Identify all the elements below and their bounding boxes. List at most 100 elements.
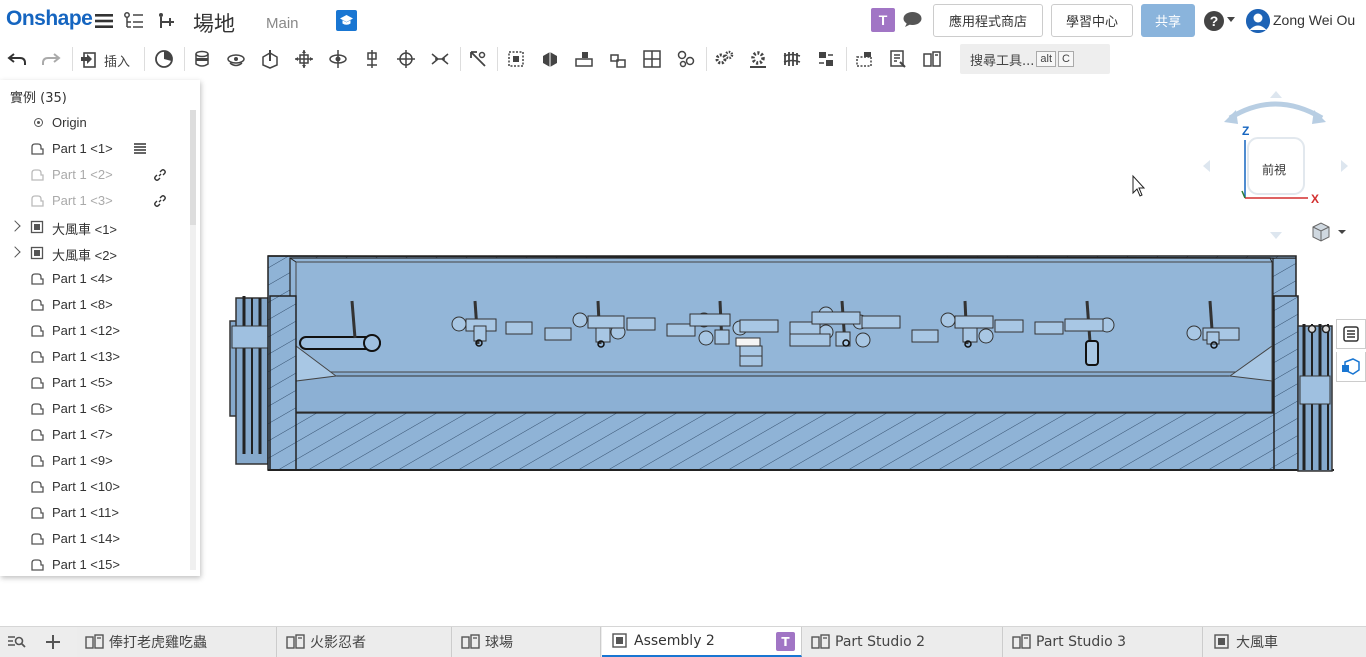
arena-model[interactable] bbox=[229, 255, 1334, 472]
tab-document[interactable]: 大風車 bbox=[1204, 627, 1366, 657]
instance-label: Part 1 <14> bbox=[52, 531, 120, 546]
instance-item[interactable]: Part 1 <2> bbox=[0, 162, 190, 188]
search-tools-input[interactable]: 搜尋工具... alt C bbox=[960, 44, 1110, 74]
history-icon[interactable] bbox=[153, 48, 175, 70]
instance-item[interactable]: Part 1 <14> bbox=[0, 526, 190, 552]
help-icon[interactable]: ? bbox=[1204, 11, 1224, 31]
gears-icon[interactable] bbox=[713, 48, 735, 70]
configurations-icon[interactable] bbox=[1336, 352, 1366, 382]
instance-item[interactable]: Part 1 <12> bbox=[0, 318, 190, 344]
instance-label: 大風車 <1> bbox=[52, 222, 118, 237]
link-icon[interactable] bbox=[153, 168, 167, 182]
circular-pattern-icon[interactable] bbox=[607, 48, 629, 70]
instance-list: Origin Part 1 <1> Part 1 <2> Part 1 <3> … bbox=[0, 110, 190, 576]
instance-item[interactable]: Part 1 <13> bbox=[0, 344, 190, 370]
instance-item[interactable]: Part 1 <6> bbox=[0, 396, 190, 422]
mouse-cursor-icon bbox=[1132, 174, 1146, 197]
menu-icon[interactable] bbox=[94, 11, 114, 31]
insert-button[interactable]: 插入 bbox=[104, 51, 130, 70]
document-title[interactable]: 場地 bbox=[193, 8, 235, 38]
learning-center-button[interactable]: 學習中心 bbox=[1051, 4, 1133, 37]
assembly-icon bbox=[612, 633, 627, 648]
assembly-icon bbox=[1214, 634, 1229, 649]
linear-pattern-icon[interactable] bbox=[573, 48, 595, 70]
instance-item[interactable]: Part 1 <4> bbox=[0, 266, 190, 292]
insert-icon[interactable] bbox=[78, 48, 100, 70]
front-view-face[interactable]: 前視 bbox=[1262, 161, 1286, 178]
rack-pinion-icon[interactable] bbox=[747, 48, 769, 70]
hatch-icon[interactable] bbox=[133, 142, 147, 156]
workspace-label[interactable]: Main bbox=[266, 15, 299, 32]
replicate-icon[interactable] bbox=[539, 48, 561, 70]
part-studio-icon bbox=[85, 634, 104, 649]
instance-item-origin[interactable]: Origin bbox=[0, 110, 190, 136]
instance-label: Part 1 <7> bbox=[52, 427, 113, 442]
instance-label: Part 1 <15> bbox=[52, 557, 120, 572]
scrollbar-thumb[interactable] bbox=[190, 110, 196, 225]
instance-item[interactable]: Part 1 <1> bbox=[0, 136, 190, 162]
instance-item-subassembly[interactable]: 大風車 <2> bbox=[0, 240, 190, 266]
chevron-down-icon[interactable] bbox=[1227, 17, 1235, 22]
instance-item[interactable]: Part 1 <10> bbox=[0, 474, 190, 500]
tab-document[interactable]: 俸打老虎雞吃蟲 bbox=[77, 627, 277, 657]
instance-label: Origin bbox=[52, 115, 87, 130]
insert-branch-icon[interactable] bbox=[156, 11, 176, 31]
pin-slot-mate-icon[interactable] bbox=[361, 48, 383, 70]
tab-list-icon[interactable] bbox=[6, 631, 28, 653]
bom-icon[interactable] bbox=[887, 48, 909, 70]
part-icon bbox=[31, 455, 44, 467]
tab-assembly-active[interactable]: Assembly 2 T bbox=[602, 627, 802, 657]
tab-document[interactable]: 球場 bbox=[453, 627, 601, 657]
link-icon[interactable] bbox=[153, 194, 167, 208]
instance-label: Part 1 <11> bbox=[52, 505, 119, 520]
instance-item-subassembly[interactable]: 大風車 <1> bbox=[0, 214, 190, 240]
explode-icon[interactable] bbox=[641, 48, 663, 70]
measure-icon[interactable] bbox=[853, 48, 875, 70]
screw-relation-icon[interactable] bbox=[781, 48, 803, 70]
instance-item[interactable]: Part 1 <5> bbox=[0, 370, 190, 396]
tab-document[interactable]: 火影忍者 bbox=[278, 627, 452, 657]
graphics-viewport[interactable] bbox=[0, 76, 1366, 626]
instance-item[interactable]: Part 1 <11> bbox=[0, 500, 190, 526]
share-button[interactable]: 共享 bbox=[1141, 4, 1195, 37]
chevron-right-icon[interactable] bbox=[9, 246, 21, 258]
tab-team-badge: T bbox=[776, 632, 795, 651]
comment-icon[interactable] bbox=[903, 11, 922, 27]
user-name[interactable]: Zong Wei Ou bbox=[1273, 12, 1355, 28]
tab-document[interactable]: Part Studio 2 bbox=[803, 627, 1003, 657]
tab-document[interactable]: Part Studio 3 bbox=[1004, 627, 1203, 657]
feature-list-icon[interactable] bbox=[124, 11, 144, 31]
slider-mate-icon[interactable] bbox=[259, 48, 281, 70]
ball-mate-icon[interactable] bbox=[395, 48, 417, 70]
cylindrical-mate-icon[interactable] bbox=[327, 48, 349, 70]
part-icon bbox=[31, 325, 44, 337]
chevron-right-icon[interactable] bbox=[9, 220, 21, 232]
add-tab-icon[interactable] bbox=[42, 631, 64, 653]
section-view-icon[interactable] bbox=[921, 48, 943, 70]
redo-icon[interactable] bbox=[40, 48, 62, 70]
fastened-mate-icon[interactable] bbox=[191, 48, 213, 70]
instance-item[interactable]: Part 1 <8> bbox=[0, 292, 190, 318]
gear-relation-icon[interactable] bbox=[675, 48, 697, 70]
team-badge[interactable]: T bbox=[871, 8, 895, 32]
instance-item[interactable]: Part 1 <3> bbox=[0, 188, 190, 214]
appearance-panel-icon[interactable] bbox=[1336, 319, 1366, 349]
instance-item[interactable]: Part 1 <7> bbox=[0, 422, 190, 448]
linear-relation-icon[interactable] bbox=[815, 48, 837, 70]
mate-connector-icon[interactable] bbox=[467, 48, 489, 70]
revolute-mate-icon[interactable] bbox=[225, 48, 247, 70]
avatar[interactable] bbox=[1246, 9, 1270, 33]
part-icon bbox=[31, 403, 44, 415]
instance-list-panel: 實例 (35) Origin Part 1 <1> Part 1 <2> Par… bbox=[0, 80, 200, 576]
group-icon[interactable] bbox=[505, 48, 527, 70]
planar-mate-icon[interactable] bbox=[293, 48, 315, 70]
education-icon[interactable] bbox=[336, 10, 357, 31]
instance-item[interactable]: Part 1 <15> bbox=[0, 552, 190, 576]
onshape-logo[interactable]: Onshape bbox=[6, 7, 93, 31]
undo-icon[interactable] bbox=[6, 48, 28, 70]
instance-item[interactable]: Part 1 <9> bbox=[0, 448, 190, 474]
toolbar-divider bbox=[846, 47, 847, 71]
app-store-button[interactable]: 應用程式商店 bbox=[933, 4, 1043, 37]
view-options-icon[interactable] bbox=[1311, 222, 1347, 242]
parallel-mate-icon[interactable] bbox=[429, 48, 451, 70]
